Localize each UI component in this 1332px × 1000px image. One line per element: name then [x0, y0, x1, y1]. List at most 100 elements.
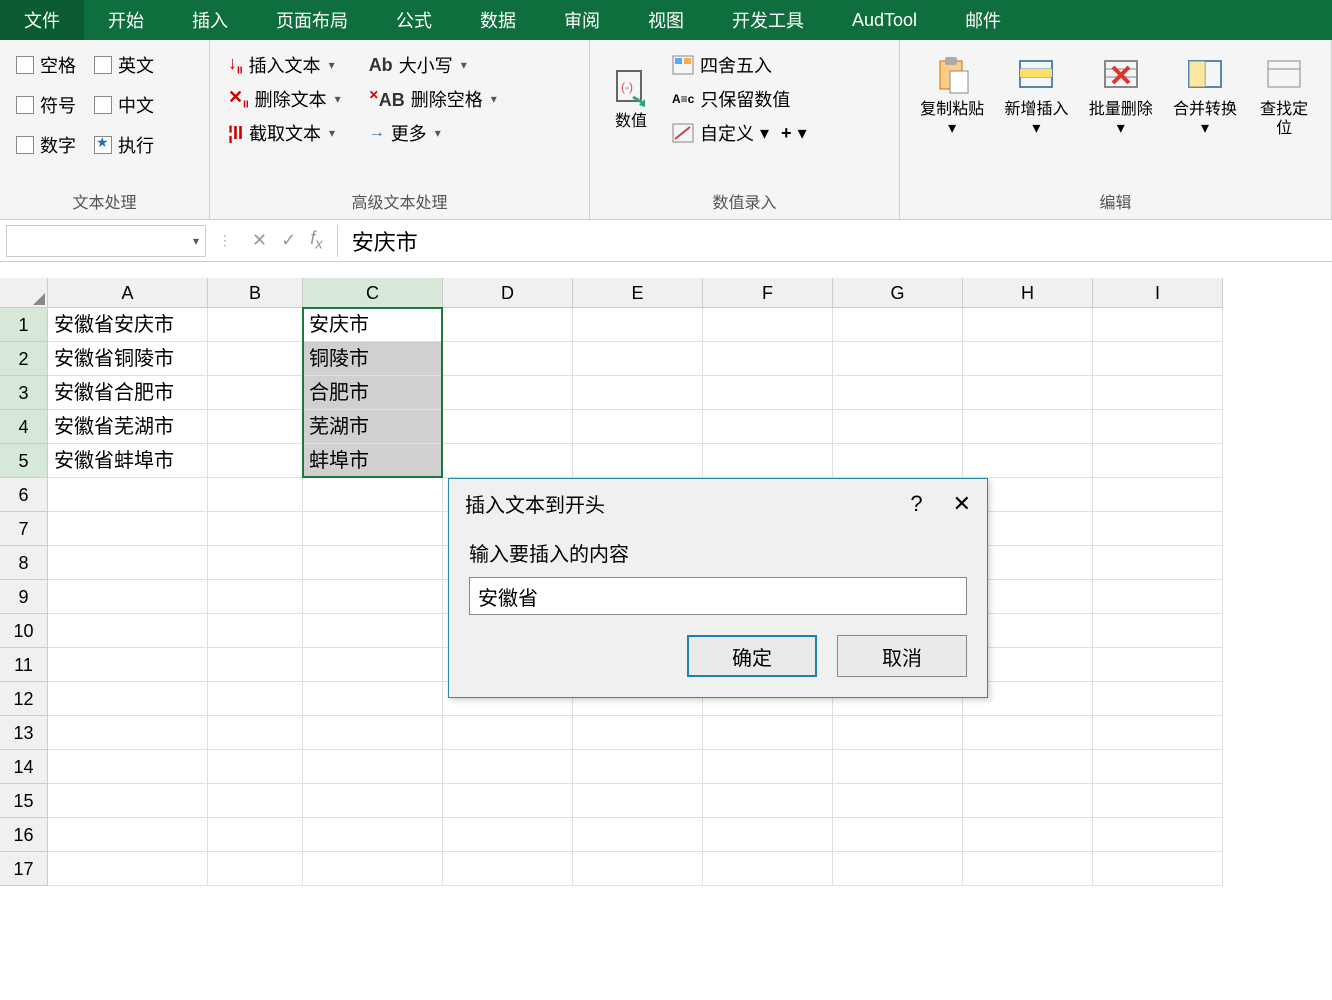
- col-header-E[interactable]: E: [573, 278, 703, 308]
- cell-C12[interactable]: [303, 682, 443, 716]
- cell-A3[interactable]: 安徽省合肥市: [48, 376, 208, 410]
- cell-I6[interactable]: [1093, 478, 1223, 512]
- tab-mail[interactable]: 邮件: [941, 0, 1025, 40]
- cell-F16[interactable]: [703, 818, 833, 852]
- cell-I17[interactable]: [1093, 852, 1223, 886]
- dialog-ok-button[interactable]: 确定: [687, 635, 817, 677]
- cell-H13[interactable]: [963, 716, 1093, 750]
- cell-B2[interactable]: [208, 342, 303, 376]
- cell-E3[interactable]: [573, 376, 703, 410]
- col-header-B[interactable]: B: [208, 278, 303, 308]
- cell-C8[interactable]: [303, 546, 443, 580]
- col-header-D[interactable]: D: [443, 278, 573, 308]
- cell-F4[interactable]: [703, 410, 833, 444]
- btn-copy-paste[interactable]: 复制粘贴 ▾: [910, 48, 994, 144]
- col-header-F[interactable]: F: [703, 278, 833, 308]
- row-header-2[interactable]: 2: [0, 342, 48, 376]
- btn-more[interactable]: → 更多 ▾: [361, 116, 505, 150]
- cell-A12[interactable]: [48, 682, 208, 716]
- cell-E4[interactable]: [573, 410, 703, 444]
- cell-D16[interactable]: [443, 818, 573, 852]
- cell-A13[interactable]: [48, 716, 208, 750]
- cell-C1[interactable]: 安庆市: [303, 308, 443, 342]
- tab-audtool[interactable]: AudTool: [828, 0, 941, 40]
- cell-C7[interactable]: [303, 512, 443, 546]
- cell-C6[interactable]: [303, 478, 443, 512]
- btn-find[interactable]: 查找定位: [1247, 48, 1321, 144]
- btn-delete-text[interactable]: ✕II 删除文本 ▾: [220, 82, 349, 116]
- cell-B3[interactable]: [208, 376, 303, 410]
- cell-H5[interactable]: [963, 444, 1093, 478]
- tab-data[interactable]: 数据: [456, 0, 540, 40]
- cell-B5[interactable]: [208, 444, 303, 478]
- plus-icon[interactable]: +: [781, 123, 792, 144]
- tab-insert[interactable]: 插入: [168, 0, 252, 40]
- tab-home[interactable]: 开始: [84, 0, 168, 40]
- chk-chinese[interactable]: 中文: [88, 88, 160, 122]
- btn-add-insert[interactable]: 新增插入 ▾: [994, 48, 1078, 144]
- cell-I11[interactable]: [1093, 648, 1223, 682]
- row-header-16[interactable]: 16: [0, 818, 48, 852]
- row-header-14[interactable]: 14: [0, 750, 48, 784]
- cell-D4[interactable]: [443, 410, 573, 444]
- cell-G4[interactable]: [833, 410, 963, 444]
- cell-A7[interactable]: [48, 512, 208, 546]
- cell-B14[interactable]: [208, 750, 303, 784]
- cell-G5[interactable]: [833, 444, 963, 478]
- formula-input[interactable]: 安庆市: [338, 225, 1332, 257]
- row-header-7[interactable]: 7: [0, 512, 48, 546]
- dialog-titlebar[interactable]: 插入文本到开头 ? ✕: [449, 479, 987, 528]
- cell-I10[interactable]: [1093, 614, 1223, 648]
- cell-E15[interactable]: [573, 784, 703, 818]
- cell-D17[interactable]: [443, 852, 573, 886]
- col-header-I[interactable]: I: [1093, 278, 1223, 308]
- cell-H14[interactable]: [963, 750, 1093, 784]
- tab-review[interactable]: 审阅: [540, 0, 624, 40]
- row-header-11[interactable]: 11: [0, 648, 48, 682]
- row-header-5[interactable]: 5: [0, 444, 48, 478]
- btn-round[interactable]: 四舍五入: [666, 48, 813, 82]
- tab-dev[interactable]: 开发工具: [708, 0, 828, 40]
- tab-layout[interactable]: 页面布局: [252, 0, 372, 40]
- cell-B4[interactable]: [208, 410, 303, 444]
- cell-F17[interactable]: [703, 852, 833, 886]
- cell-B1[interactable]: [208, 308, 303, 342]
- cell-E13[interactable]: [573, 716, 703, 750]
- cell-B13[interactable]: [208, 716, 303, 750]
- chk-number[interactable]: 数字: [10, 128, 82, 162]
- tab-file[interactable]: 文件: [0, 0, 84, 40]
- btn-value[interactable]: (-) 数值: [600, 48, 662, 150]
- btn-delete-space[interactable]: ✕AB 删除空格 ▾: [361, 82, 505, 116]
- btn-insert-text[interactable]: ↓II 插入文本 ▾: [220, 48, 349, 82]
- cell-A17[interactable]: [48, 852, 208, 886]
- cell-I1[interactable]: [1093, 308, 1223, 342]
- cell-F1[interactable]: [703, 308, 833, 342]
- cell-F15[interactable]: [703, 784, 833, 818]
- cell-I7[interactable]: [1093, 512, 1223, 546]
- cell-H2[interactable]: [963, 342, 1093, 376]
- cell-C4[interactable]: 芜湖市: [303, 410, 443, 444]
- btn-merge-convert[interactable]: 合并转换 ▾: [1163, 48, 1247, 144]
- cell-I2[interactable]: [1093, 342, 1223, 376]
- cell-G17[interactable]: [833, 852, 963, 886]
- row-header-3[interactable]: 3: [0, 376, 48, 410]
- col-header-C[interactable]: C: [303, 278, 443, 308]
- btn-case[interactable]: Ab 大小写 ▾: [361, 48, 505, 82]
- cell-G13[interactable]: [833, 716, 963, 750]
- cell-B6[interactable]: [208, 478, 303, 512]
- cell-E2[interactable]: [573, 342, 703, 376]
- cell-C11[interactable]: [303, 648, 443, 682]
- cell-G14[interactable]: [833, 750, 963, 784]
- cell-C14[interactable]: [303, 750, 443, 784]
- row-header-4[interactable]: 4: [0, 410, 48, 444]
- cell-F5[interactable]: [703, 444, 833, 478]
- btn-custom[interactable]: 自定义 ▾ + ▾: [666, 116, 813, 150]
- cell-I9[interactable]: [1093, 580, 1223, 614]
- btn-batch-delete[interactable]: 批量删除 ▾: [1079, 48, 1163, 144]
- select-all-corner[interactable]: [0, 278, 48, 308]
- cell-C15[interactable]: [303, 784, 443, 818]
- cell-E14[interactable]: [573, 750, 703, 784]
- cell-F14[interactable]: [703, 750, 833, 784]
- cell-B16[interactable]: [208, 818, 303, 852]
- col-header-A[interactable]: A: [48, 278, 208, 308]
